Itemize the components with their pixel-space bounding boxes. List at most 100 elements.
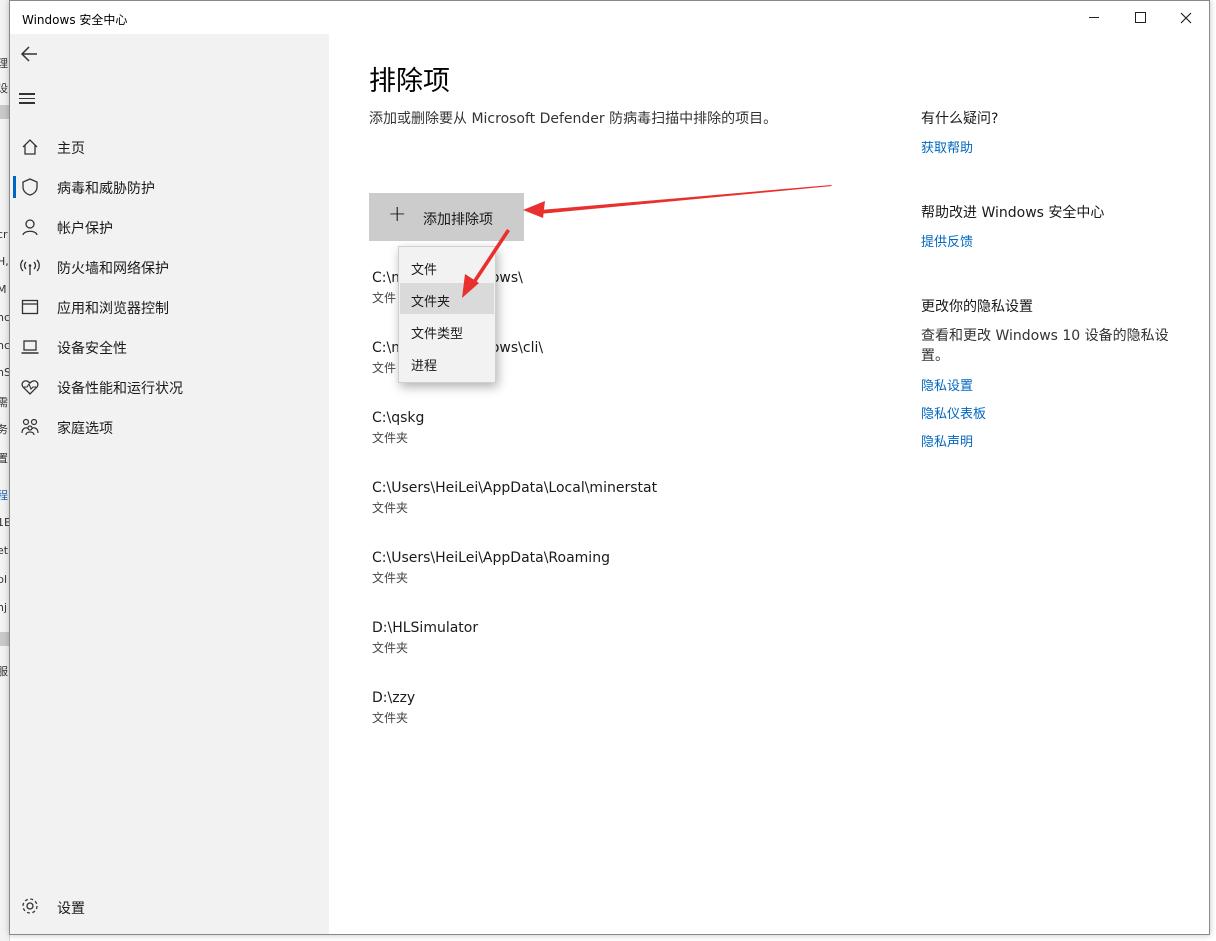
exclusion-type: 文件夹	[372, 641, 409, 655]
help-section: 有什么疑问? 获取帮助	[921, 108, 1181, 156]
menu-item-label: 文件夹	[411, 295, 451, 310]
page-title: 排除项	[369, 66, 450, 97]
browser-window-icon	[21, 299, 39, 315]
bg-fragment: 设	[0, 80, 8, 96]
bg-fragment: 务	[0, 421, 8, 437]
privacy-section: 更改你的隐私设置 查看和更改 Windows 10 设备的隐私设置。 隐私设置 …	[921, 296, 1181, 450]
feedback-link[interactable]: 提供反馈	[921, 231, 1181, 250]
bg-fragment: 置	[0, 450, 8, 466]
exclusion-type: 文件夹	[372, 431, 409, 445]
gear-icon	[22, 898, 38, 914]
bg-fragment: M	[0, 283, 7, 296]
bg-fragment: 需	[0, 394, 8, 410]
exclusion-type: 文件夹	[372, 501, 409, 515]
bg-bar	[0, 632, 9, 646]
close-button[interactable]	[1163, 1, 1209, 34]
shield-icon	[22, 178, 38, 196]
exclusion-path: C:\Users\HeiLei\AppData\Roaming	[372, 550, 610, 566]
sidebar-item-home[interactable]: 主页	[10, 127, 329, 167]
sidebar-item-label: 病毒和威胁防护	[57, 181, 155, 197]
window-title: Windows 安全中心	[22, 13, 128, 27]
bg-fragment: 程	[0, 487, 8, 503]
sidebar: 主页 病毒和威胁防护 帐户保护 防火墙和网络保护 应用和浏览器控制 设备安全性 …	[10, 34, 329, 934]
sidebar-item-family-options[interactable]: 家庭选项	[10, 407, 329, 447]
hamburger-icon	[19, 93, 35, 95]
sidebar-item-label: 主页	[57, 141, 85, 157]
exclusion-item[interactable]: D:\zzy 文件夹	[372, 690, 772, 726]
person-icon	[22, 219, 38, 236]
exclusion-type: 文件夹	[372, 711, 409, 725]
sidebar-item-account-protection[interactable]: 帐户保护	[10, 207, 329, 247]
sidebar-item-device-performance[interactable]: 设备性能和运行状况	[10, 367, 329, 407]
sidebar-item-label: 防火墙和网络保护	[57, 261, 169, 277]
sidebar-item-firewall[interactable]: 防火墙和网络保护	[10, 247, 329, 287]
menu-item-process[interactable]: 进程	[400, 347, 494, 378]
menu-item-file-type[interactable]: 文件类型	[400, 315, 494, 346]
heart-pulse-icon	[21, 380, 39, 395]
menu-item-folder[interactable]: 文件夹	[400, 283, 494, 314]
add-exclusion-label: 添加排除项	[423, 212, 493, 228]
bg-fragment: 服	[0, 663, 8, 679]
close-icon	[1180, 12, 1192, 23]
sidebar-item-label: 设备安全性	[57, 341, 127, 357]
sidebar-item-label: 帐户保护	[57, 221, 113, 237]
wifi-antenna-icon	[20, 259, 40, 275]
menu-item-label: 进程	[411, 359, 438, 374]
sidebar-item-label: 设备性能和运行状况	[57, 381, 183, 397]
privacy-heading: 更改你的隐私设置	[921, 299, 1033, 315]
add-exclusion-button[interactable]: + 添加排除项	[369, 193, 524, 241]
laptop-icon	[21, 340, 39, 354]
sidebar-item-virus-protection[interactable]: 病毒和威胁防护	[10, 167, 329, 207]
privacy-statement-link[interactable]: 隐私声明	[921, 431, 1181, 450]
family-icon	[21, 418, 39, 436]
hamburger-menu-button[interactable]	[19, 90, 39, 108]
sidebar-item-label: 家庭选项	[57, 421, 113, 437]
plus-icon: +	[388, 202, 407, 227]
bg-bar	[0, 105, 9, 119]
minimize-icon	[1089, 17, 1099, 18]
exclusion-path: D:\zzy	[372, 690, 416, 706]
home-icon	[22, 139, 38, 155]
exclusion-item[interactable]: C:\qskg 文件夹	[372, 410, 772, 446]
hamburger-icon	[19, 102, 35, 104]
bg-fragment: 理	[0, 55, 8, 71]
privacy-text: 查看和更改 Windows 10 设备的隐私设置。	[921, 328, 1169, 364]
back-arrow-icon	[20, 46, 37, 62]
menu-item-label: 文件类型	[411, 327, 464, 342]
exclusion-path: D:\HLSimulator	[372, 620, 479, 636]
main-content: 排除项 添加或删除要从 Microsoft Defender 防病毒扫描中排除的…	[329, 34, 1209, 934]
exclusion-path: C:\qskg	[372, 410, 425, 426]
sidebar-item-label: 应用和浏览器控制	[57, 301, 169, 317]
bg-fragment: nj	[0, 601, 8, 614]
hamburger-icon	[19, 97, 35, 99]
sidebar-item-app-browser-control[interactable]: 应用和浏览器控制	[10, 287, 329, 327]
exclusion-item[interactable]: C:\Users\HeiLei\AppData\Roaming 文件夹	[372, 550, 772, 586]
minimize-button[interactable]	[1071, 1, 1117, 34]
help-heading: 有什么疑问?	[921, 111, 999, 127]
settings-label: 设置	[57, 901, 85, 917]
sidebar-item-device-security[interactable]: 设备安全性	[10, 327, 329, 367]
exclusion-item[interactable]: D:\HLSimulator 文件夹	[372, 620, 772, 656]
security-center-window: Windows 安全中心 主页 病毒和威胁防护 帐户保护 防火墙和网络保护 应用…	[9, 0, 1210, 935]
sidebar-item-settings[interactable]: 设置	[10, 886, 329, 926]
maximize-button[interactable]	[1117, 1, 1163, 34]
bg-fragment: pl	[0, 573, 8, 586]
exclusion-path: C:\Users\HeiLei\AppData\Local\minerstat	[372, 480, 658, 496]
get-help-link[interactable]: 获取帮助	[921, 137, 1181, 156]
exclusion-item[interactable]: C:\Users\HeiLei\AppData\Local\minerstat …	[372, 480, 772, 516]
privacy-dashboard-link[interactable]: 隐私仪表板	[921, 403, 1181, 422]
add-exclusion-dropdown: 文件 文件夹 文件类型 进程	[398, 246, 496, 383]
bg-fragment: H,	[0, 255, 9, 268]
bg-fragment: cr	[0, 228, 8, 241]
maximize-icon	[1134, 12, 1146, 23]
title-bar: Windows 安全中心	[10, 1, 1209, 34]
exclusion-type: 文件夹	[372, 571, 409, 585]
menu-item-file[interactable]: 文件	[400, 251, 494, 282]
page-description: 添加或删除要从 Microsoft Defender 防病毒扫描中排除的项目。	[369, 111, 778, 127]
privacy-settings-link[interactable]: 隐私设置	[921, 375, 1181, 394]
back-button[interactable]	[18, 42, 42, 66]
menu-item-label: 文件	[411, 263, 438, 278]
exclusion-path-tail: ows\cli\	[490, 340, 544, 356]
improve-section: 帮助改进 Windows 安全中心 提供反馈	[921, 202, 1181, 250]
improve-heading: 帮助改进 Windows 安全中心	[921, 205, 1105, 221]
